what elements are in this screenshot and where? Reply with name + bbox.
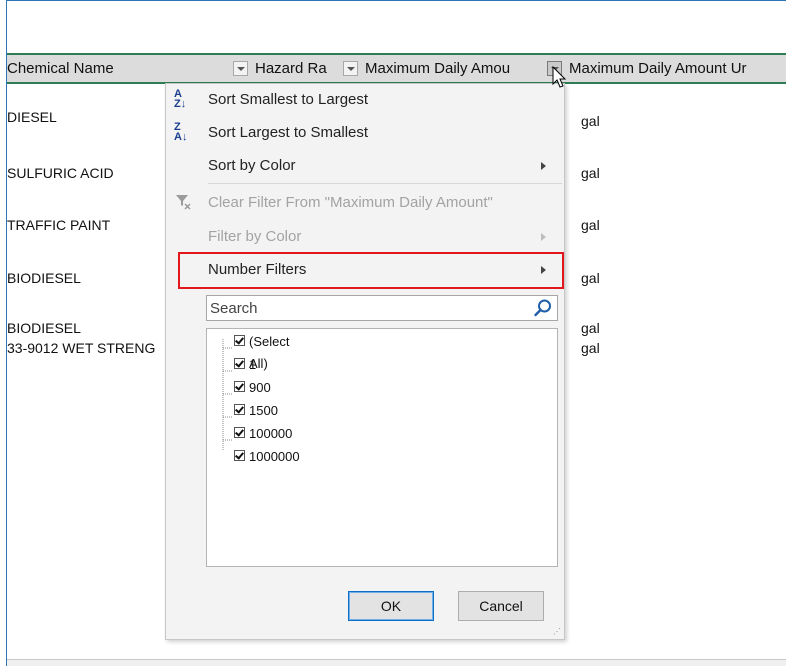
menu-number-filters[interactable]: Number Filters [166,255,564,285]
cell-unit[interactable]: gal [581,340,600,356]
cell-chemical-name[interactable]: BIODIESEL [7,270,81,286]
filter-dropdown-hazard-rating[interactable] [343,61,358,76]
cell-unit[interactable]: gal [581,113,600,129]
cell-unit[interactable]: gal [581,320,600,336]
filter-dropdown-chemical-name[interactable] [233,61,248,76]
menu-sort-ascending[interactable]: A Z↓ Sort Smallest to Largest [166,85,564,115]
cell-chemical-name[interactable]: TRAFFIC PAINT [7,217,110,233]
cancel-button[interactable]: Cancel [458,591,544,621]
header-hazard-rating[interactable]: Hazard Ra [255,55,337,82]
sort-ascending-icon: A Z↓ [174,88,187,110]
menu-sort-descending-label: Sort Largest to Smallest [208,124,369,141]
checkbox-checked[interactable] [234,358,245,369]
menu-divider [208,183,562,184]
filter-value-list: (Select All) 1 900 1500 100000 1000000 [206,328,558,567]
table-header-row: Chemical Name Hazard Ra Maximum Daily Am… [7,53,786,84]
cell-unit[interactable]: gal [581,165,600,181]
ok-button[interactable]: OK [348,591,434,621]
checkbox-checked[interactable] [234,450,245,461]
header-chemical-name[interactable]: Chemical Name [7,55,227,82]
list-item-label: 100000 [249,426,293,441]
list-item-label: 1500 [249,403,278,418]
sheet-tab-bar [7,659,786,666]
checkbox-checked[interactable] [234,404,245,415]
autofilter-dropdown: A Z↓ Sort Smallest to Largest Z A↓ Sort La… [165,83,565,640]
menu-clear-filter-label: Clear Filter From "Maximum Daily Amount" [208,194,493,211]
chevron-right-icon [541,233,546,241]
clear-filter-icon [176,195,191,210]
checkbox-checked[interactable] [234,427,245,438]
menu-number-filters-label: Number Filters [208,261,307,278]
tree-connector-lines [222,339,233,451]
mouse-cursor-icon [552,66,567,88]
search-input[interactable] [207,296,530,320]
resize-grip-icon[interactable]: ⋰ [553,628,561,636]
menu-sort-descending[interactable]: Z A↓ Sort Largest to Smallest [166,118,564,148]
list-item-label: 1 [249,357,257,372]
list-item-label: 900 [249,380,271,395]
menu-sort-by-color[interactable]: Sort by Color [166,151,564,181]
checkbox-checked[interactable] [234,381,245,392]
cell-chemical-name[interactable]: SULFURIC ACID [7,165,114,181]
menu-sort-by-color-label: Sort by Color [208,157,296,174]
search-field[interactable] [206,295,558,321]
menu-filter-by-color-label: Filter by Color [208,228,302,245]
header-max-daily-amount-units[interactable]: Maximum Daily Amount Ur [569,55,786,82]
menu-sort-ascending-label: Sort Smallest to Largest [208,91,369,108]
checkbox-checked[interactable] [234,335,245,346]
cell-unit[interactable]: gal [581,217,600,233]
cell-chemical-name[interactable]: DIESEL [7,109,57,125]
menu-clear-filter[interactable]: Clear Filter From "Maximum Daily Amount" [166,188,564,218]
chevron-right-icon [541,266,546,274]
header-max-daily-amount[interactable]: Maximum Daily Amou [365,55,545,82]
sort-descending-icon: Z A↓ [174,121,188,143]
cell-chemical-name[interactable]: 33-9012 WET STRENG [7,340,155,356]
cell-unit[interactable]: gal [581,270,600,286]
list-item-label: 1000000 [249,449,300,464]
menu-filter-by-color[interactable]: Filter by Color [166,222,564,252]
cell-chemical-name[interactable]: BIODIESEL [7,320,81,336]
search-icon[interactable] [533,298,553,318]
chevron-right-icon [541,162,546,170]
